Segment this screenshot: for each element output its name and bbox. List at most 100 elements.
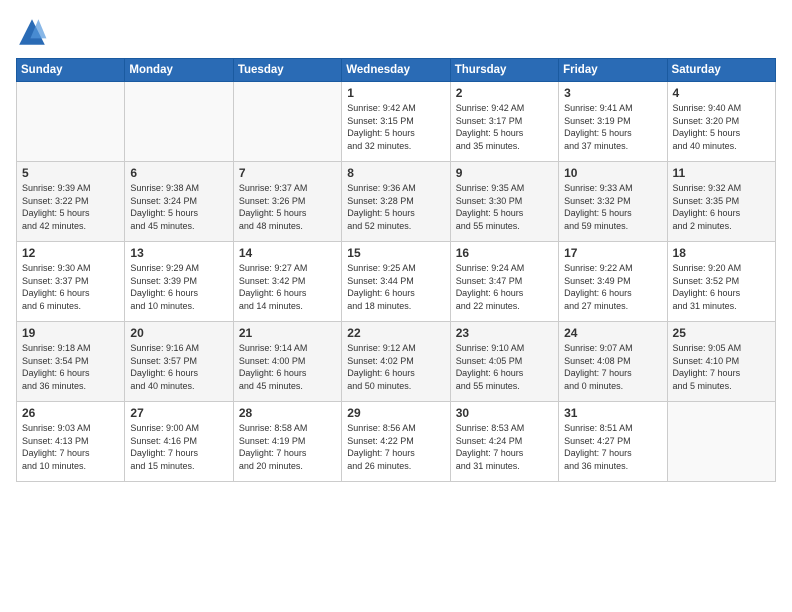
- day-info: Sunrise: 9:03 AM Sunset: 4:13 PM Dayligh…: [22, 422, 119, 472]
- day-info: Sunrise: 9:07 AM Sunset: 4:08 PM Dayligh…: [564, 342, 661, 392]
- day-number: 6: [130, 166, 227, 180]
- day-number: 5: [22, 166, 119, 180]
- day-info: Sunrise: 9:41 AM Sunset: 3:19 PM Dayligh…: [564, 102, 661, 152]
- calendar-table: SundayMondayTuesdayWednesdayThursdayFrid…: [16, 58, 776, 482]
- calendar-cell: 30 Sunrise: 8:53 AM Sunset: 4:24 PM Dayli…: [450, 402, 558, 482]
- calendar-cell: 6Sunrise: 9:38 AM Sunset: 3:24 PM Daylig…: [125, 162, 233, 242]
- calendar-cell: 24 Sunrise: 9:07 AM Sunset: 4:08 PM Dayli…: [559, 322, 667, 402]
- day-info: Sunrise: 9:42 AM Sunset: 3:15 PM Dayligh…: [347, 102, 444, 152]
- calendar-cell: 20 Sunrise: 9:16 AM Sunset: 3:57 PM Dayli…: [125, 322, 233, 402]
- calendar-cell: 13 Sunrise: 9:29 AM Sunset: 3:39 PM Dayli…: [125, 242, 233, 322]
- calendar-cell: 19 Sunrise: 9:18 AM Sunset: 3:54 PM Dayli…: [17, 322, 125, 402]
- day-number: 9: [456, 166, 553, 180]
- day-info: Sunrise: 9:00 AM Sunset: 4:16 PM Dayligh…: [130, 422, 227, 472]
- day-number: 14: [239, 246, 336, 260]
- calendar-cell: 8 Sunrise: 9:36 AM Sunset: 3:28 PM Daylig…: [342, 162, 450, 242]
- calendar-cell: 17 Sunrise: 9:22 AM Sunset: 3:49 PM Dayli…: [559, 242, 667, 322]
- day-info: Sunrise: 9:27 AM Sunset: 3:42 PM Dayligh…: [239, 262, 336, 312]
- calendar-header: SundayMondayTuesdayWednesdayThursdayFrid…: [17, 59, 776, 82]
- day-number: 7: [239, 166, 336, 180]
- day-number: 20: [130, 326, 227, 340]
- calendar-cell: 25Sunrise: 9:05 AM Sunset: 4:10 PM Dayli…: [667, 322, 775, 402]
- day-number: 31: [564, 406, 661, 420]
- calendar-cell: 4Sunrise: 9:40 AM Sunset: 3:20 PM Daylig…: [667, 82, 775, 162]
- weekday-header: Monday: [125, 59, 233, 82]
- day-info: Sunrise: 9:35 AM Sunset: 3:30 PM Dayligh…: [456, 182, 553, 232]
- day-info: Sunrise: 9:33 AM Sunset: 3:32 PM Dayligh…: [564, 182, 661, 232]
- day-number: 2: [456, 86, 553, 100]
- day-number: 15: [347, 246, 444, 260]
- day-info: Sunrise: 8:56 AM Sunset: 4:22 PM Dayligh…: [347, 422, 444, 472]
- day-info: Sunrise: 9:10 AM Sunset: 4:05 PM Dayligh…: [456, 342, 553, 392]
- day-info: Sunrise: 9:18 AM Sunset: 3:54 PM Dayligh…: [22, 342, 119, 392]
- calendar-cell: [667, 402, 775, 482]
- day-info: Sunrise: 9:29 AM Sunset: 3:39 PM Dayligh…: [130, 262, 227, 312]
- calendar-week-row: 19 Sunrise: 9:18 AM Sunset: 3:54 PM Dayli…: [17, 322, 776, 402]
- day-info: Sunrise: 9:22 AM Sunset: 3:49 PM Dayligh…: [564, 262, 661, 312]
- day-info: Sunrise: 9:05 AM Sunset: 4:10 PM Dayligh…: [673, 342, 770, 392]
- weekday-header: Saturday: [667, 59, 775, 82]
- calendar-week-row: 1 Sunrise: 9:42 AM Sunset: 3:15 PM Daylig…: [17, 82, 776, 162]
- calendar-cell: 26 Sunrise: 9:03 AM Sunset: 4:13 PM Dayli…: [17, 402, 125, 482]
- calendar-body: 1 Sunrise: 9:42 AM Sunset: 3:15 PM Daylig…: [17, 82, 776, 482]
- calendar-cell: 1 Sunrise: 9:42 AM Sunset: 3:15 PM Daylig…: [342, 82, 450, 162]
- weekday-header: Friday: [559, 59, 667, 82]
- calendar-cell: 21Sunrise: 9:14 AM Sunset: 4:00 PM Dayli…: [233, 322, 341, 402]
- day-info: Sunrise: 9:16 AM Sunset: 3:57 PM Dayligh…: [130, 342, 227, 392]
- day-number: 1: [347, 86, 444, 100]
- header: [16, 16, 776, 48]
- calendar-cell: 5 Sunrise: 9:39 AM Sunset: 3:22 PM Daylig…: [17, 162, 125, 242]
- day-number: 13: [130, 246, 227, 260]
- calendar-cell: [233, 82, 341, 162]
- day-info: Sunrise: 9:12 AM Sunset: 4:02 PM Dayligh…: [347, 342, 444, 392]
- logo: [16, 16, 52, 48]
- day-number: 24: [564, 326, 661, 340]
- calendar-cell: 9 Sunrise: 9:35 AM Sunset: 3:30 PM Daylig…: [450, 162, 558, 242]
- calendar-cell: 10Sunrise: 9:33 AM Sunset: 3:32 PM Dayli…: [559, 162, 667, 242]
- calendar-cell: 15 Sunrise: 9:25 AM Sunset: 3:44 PM Dayli…: [342, 242, 450, 322]
- logo-icon: [16, 16, 48, 48]
- day-number: 8: [347, 166, 444, 180]
- day-number: 28: [239, 406, 336, 420]
- day-number: 4: [673, 86, 770, 100]
- weekday-header: Wednesday: [342, 59, 450, 82]
- day-number: 18: [673, 246, 770, 260]
- calendar-cell: 27 Sunrise: 9:00 AM Sunset: 4:16 PM Dayli…: [125, 402, 233, 482]
- calendar-cell: 16 Sunrise: 9:24 AM Sunset: 3:47 PM Dayli…: [450, 242, 558, 322]
- weekday-header: Sunday: [17, 59, 125, 82]
- calendar-cell: 18Sunrise: 9:20 AM Sunset: 3:52 PM Dayli…: [667, 242, 775, 322]
- day-number: 27: [130, 406, 227, 420]
- calendar-cell: 22Sunrise: 9:12 AM Sunset: 4:02 PM Dayli…: [342, 322, 450, 402]
- day-info: Sunrise: 8:58 AM Sunset: 4:19 PM Dayligh…: [239, 422, 336, 472]
- calendar-week-row: 12Sunrise: 9:30 AM Sunset: 3:37 PM Dayli…: [17, 242, 776, 322]
- day-number: 3: [564, 86, 661, 100]
- day-info: Sunrise: 9:24 AM Sunset: 3:47 PM Dayligh…: [456, 262, 553, 312]
- weekday-row: SundayMondayTuesdayWednesdayThursdayFrid…: [17, 59, 776, 82]
- day-number: 12: [22, 246, 119, 260]
- calendar-cell: 14 Sunrise: 9:27 AM Sunset: 3:42 PM Dayli…: [233, 242, 341, 322]
- calendar-cell: 11Sunrise: 9:32 AM Sunset: 3:35 PM Dayli…: [667, 162, 775, 242]
- day-number: 30: [456, 406, 553, 420]
- day-number: 16: [456, 246, 553, 260]
- day-info: Sunrise: 9:25 AM Sunset: 3:44 PM Dayligh…: [347, 262, 444, 312]
- calendar-cell: 23 Sunrise: 9:10 AM Sunset: 4:05 PM Dayli…: [450, 322, 558, 402]
- weekday-header: Tuesday: [233, 59, 341, 82]
- weekday-header: Thursday: [450, 59, 558, 82]
- day-number: 29: [347, 406, 444, 420]
- day-info: Sunrise: 9:42 AM Sunset: 3:17 PM Dayligh…: [456, 102, 553, 152]
- calendar-cell: [125, 82, 233, 162]
- day-number: 26: [22, 406, 119, 420]
- day-info: Sunrise: 9:14 AM Sunset: 4:00 PM Dayligh…: [239, 342, 336, 392]
- day-info: Sunrise: 8:53 AM Sunset: 4:24 PM Dayligh…: [456, 422, 553, 472]
- calendar-cell: 28 Sunrise: 8:58 AM Sunset: 4:19 PM Dayli…: [233, 402, 341, 482]
- calendar-cell: [17, 82, 125, 162]
- calendar-week-row: 26 Sunrise: 9:03 AM Sunset: 4:13 PM Dayli…: [17, 402, 776, 482]
- day-number: 17: [564, 246, 661, 260]
- calendar-cell: 29 Sunrise: 8:56 AM Sunset: 4:22 PM Dayli…: [342, 402, 450, 482]
- day-number: 23: [456, 326, 553, 340]
- day-info: Sunrise: 9:36 AM Sunset: 3:28 PM Dayligh…: [347, 182, 444, 232]
- calendar-cell: 3 Sunrise: 9:41 AM Sunset: 3:19 PM Daylig…: [559, 82, 667, 162]
- day-info: Sunrise: 9:37 AM Sunset: 3:26 PM Dayligh…: [239, 182, 336, 232]
- day-info: Sunrise: 9:39 AM Sunset: 3:22 PM Dayligh…: [22, 182, 119, 232]
- day-number: 19: [22, 326, 119, 340]
